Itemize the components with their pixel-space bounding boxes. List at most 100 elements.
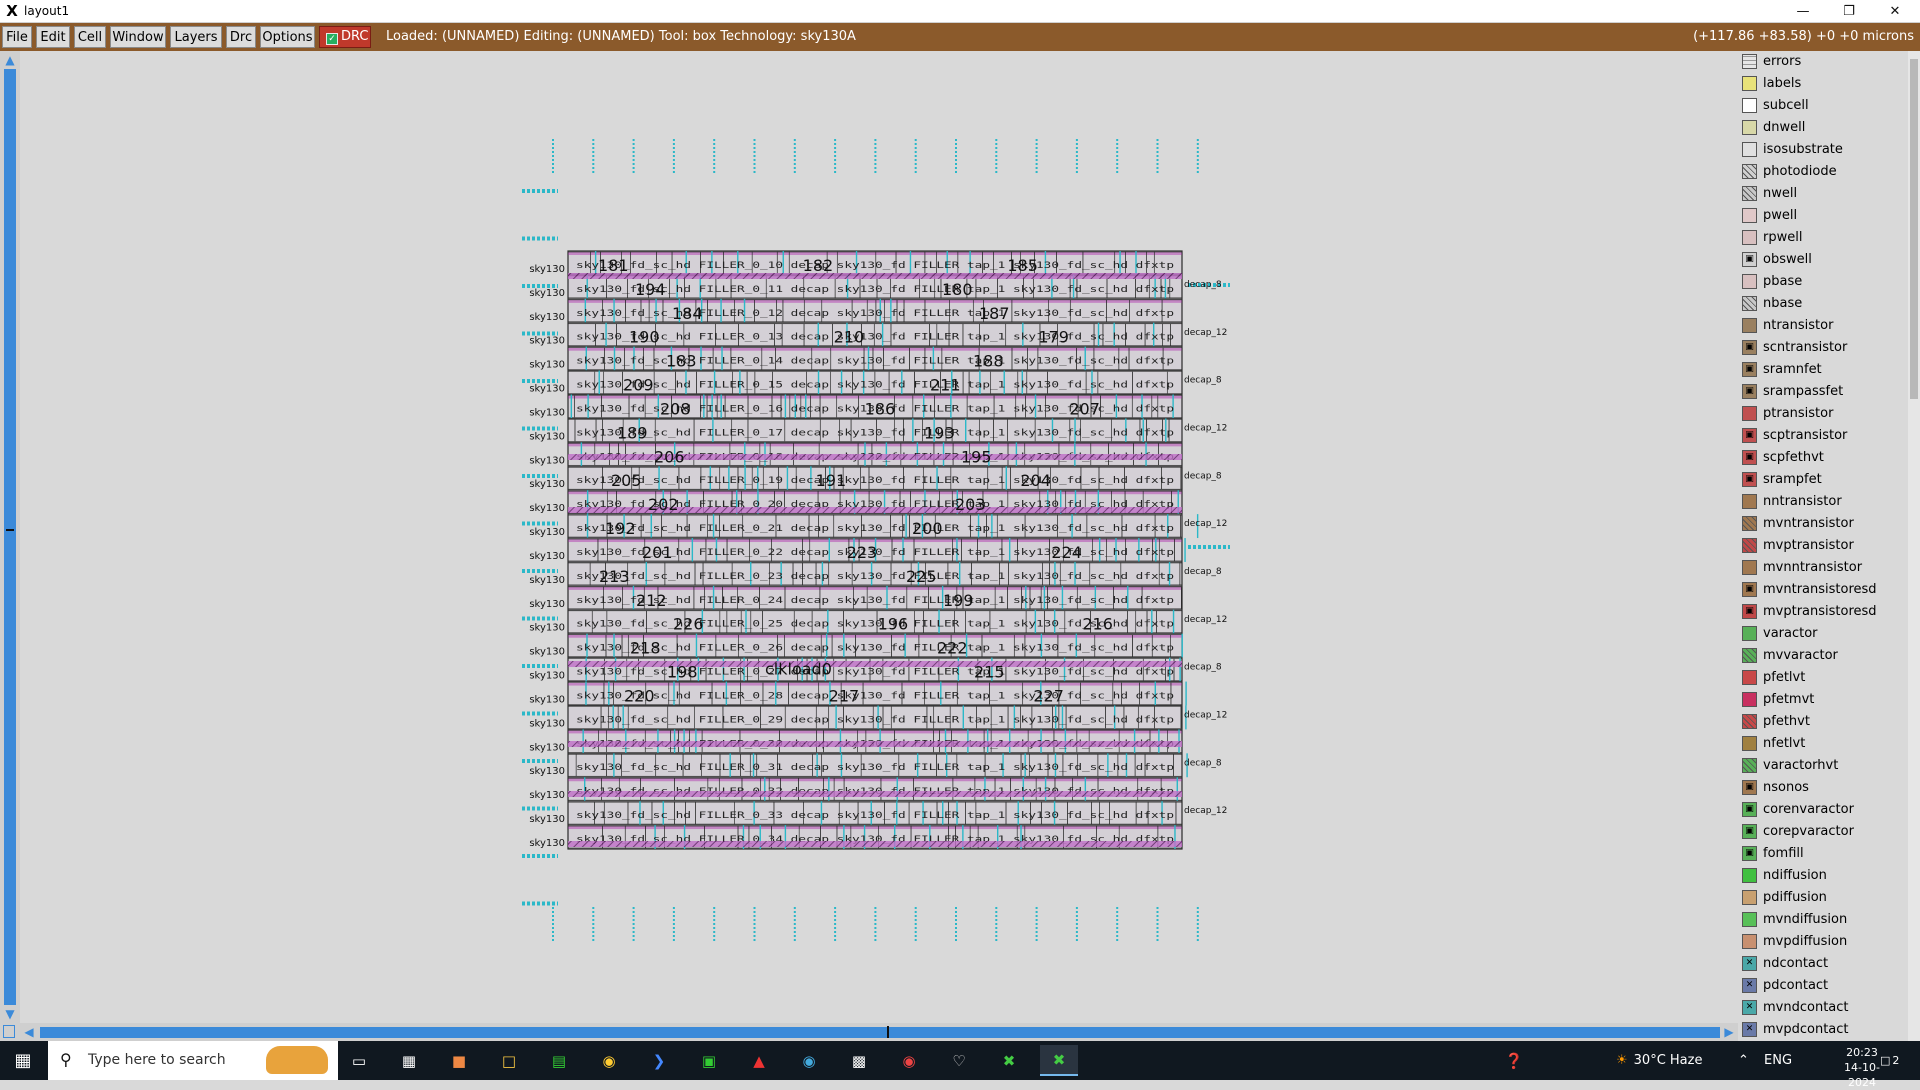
layer-row-pdcontact[interactable]: ✕ pdcontact — [1742, 975, 1906, 995]
layer-swatch-icon[interactable] — [1742, 625, 1757, 641]
layer-swatch-icon[interactable]: ▣ — [1742, 339, 1757, 355]
layer-swatch-icon[interactable] — [1742, 493, 1757, 509]
layer-row-mvptransistor[interactable]: mvptransistor — [1742, 535, 1906, 555]
layer-row-varactorhvt[interactable]: varactorhvt — [1742, 755, 1906, 775]
layer-swatch-icon[interactable]: ▣ — [1742, 383, 1757, 399]
pdf-reader-icon[interactable]: ▲ — [740, 1045, 778, 1076]
language-indicator[interactable]: ENG — [1764, 1041, 1792, 1080]
layer-swatch-icon[interactable] — [1742, 691, 1757, 707]
task-view-icon[interactable]: ▭ — [340, 1045, 378, 1076]
layer-swatch-icon[interactable] — [1742, 141, 1757, 157]
layer-row-corenvaractor[interactable]: ▣ corenvaractor — [1742, 799, 1906, 819]
layer-swatch-icon[interactable] — [1742, 75, 1757, 91]
layer-row-mvndcontact[interactable]: ✕ mvndcontact — [1742, 997, 1906, 1017]
layer-swatch-icon[interactable] — [1742, 647, 1757, 663]
layer-swatch-icon[interactable] — [1742, 933, 1757, 949]
layer-swatch-icon[interactable] — [1742, 207, 1757, 223]
vertical-scroll-track[interactable] — [4, 69, 16, 1005]
horizontal-scrollbar[interactable]: ◀ ▶ — [0, 1023, 1738, 1041]
layer-swatch-icon[interactable] — [1742, 757, 1757, 773]
close-button[interactable]: ✕ — [1872, 0, 1918, 22]
notepad-icon[interactable]: ▣ — [690, 1045, 728, 1076]
layer-swatch-icon[interactable]: ▣ — [1742, 823, 1757, 839]
layer-row-nwell[interactable]: nwell — [1742, 183, 1906, 203]
scroll-up-arrow-icon[interactable]: ▲ — [3, 53, 17, 67]
layer-swatch-icon[interactable]: ▣ — [1742, 603, 1757, 619]
layer-row-pbase[interactable]: pbase — [1742, 271, 1906, 291]
layer-row-corepvaractor[interactable]: ▣ corepvaractor — [1742, 821, 1906, 841]
weather-widget[interactable]: ☀ 30°C Haze — [1616, 1041, 1702, 1080]
layer-swatch-icon[interactable]: ▣ — [1742, 361, 1757, 377]
layer-swatch-icon[interactable] — [1742, 405, 1757, 421]
powershell-icon[interactable]: ❯ — [640, 1045, 678, 1076]
menu-window[interactable]: Window — [110, 26, 166, 48]
layer-row-pfetmvt[interactable]: pfetmvt — [1742, 689, 1906, 709]
layer-row-dnwell[interactable]: dnwell — [1742, 117, 1906, 137]
layer-row-mvvaractor[interactable]: mvvaractor — [1742, 645, 1906, 665]
layer-row-srampfet[interactable]: ▣ srampfet — [1742, 469, 1906, 489]
layer-row-errors[interactable]: errors — [1742, 51, 1906, 71]
layer-swatch-icon[interactable] — [1742, 515, 1757, 531]
layer-swatch-icon[interactable] — [1742, 537, 1757, 553]
menu-drc[interactable]: Drc — [226, 26, 256, 48]
notification-center-icon[interactable]: □ 2 — [1880, 1041, 1899, 1080]
layer-row-obswell[interactable]: ▣ obswell — [1742, 249, 1906, 269]
file-explorer-icon[interactable]: □ — [490, 1045, 528, 1076]
gimp-icon[interactable]: ♡ — [940, 1045, 978, 1076]
layer-row-nbase[interactable]: nbase — [1742, 293, 1906, 313]
layer-swatch-icon[interactable] — [1742, 735, 1757, 751]
chrome-alt-icon[interactable]: ◉ — [890, 1045, 928, 1076]
layer-swatch-icon[interactable]: ✕ — [1742, 1021, 1757, 1037]
scroll-left-arrow-icon[interactable]: ◀ — [22, 1024, 36, 1040]
layer-swatch-icon[interactable]: ▣ — [1742, 779, 1757, 795]
photos-app-icon[interactable]: ▩ — [840, 1045, 878, 1076]
layer-swatch-icon[interactable] — [1742, 229, 1757, 245]
help-icon[interactable]: ❓ — [1495, 1045, 1533, 1076]
office-app-icon[interactable]: ■ — [440, 1045, 478, 1076]
terminal-app-icon[interactable]: ▤ — [540, 1045, 578, 1076]
chrome-icon[interactable]: ◉ — [590, 1045, 628, 1076]
layer-swatch-icon[interactable]: ✕ — [1742, 977, 1757, 993]
vertical-scrollbar[interactable]: ▲ ▼ — [0, 51, 20, 1023]
layer-row-photodiode[interactable]: photodiode — [1742, 161, 1906, 181]
menu-cell[interactable]: Cell — [74, 26, 106, 48]
layer-row-ndiffusion[interactable]: ndiffusion — [1742, 865, 1906, 885]
layer-row-ndcontact[interactable]: ✕ ndcontact — [1742, 953, 1906, 973]
xlaunch-icon[interactable]: ✖ — [990, 1045, 1028, 1076]
layer-row-isosubstrate[interactable]: isosubstrate — [1742, 139, 1906, 159]
layer-swatch-icon[interactable] — [1742, 669, 1757, 685]
layer-row-mvpdiffusion[interactable]: mvpdiffusion — [1742, 931, 1906, 951]
layer-row-pfetlvt[interactable]: pfetlvt — [1742, 667, 1906, 687]
layer-row-pdiffusion[interactable]: pdiffusion — [1742, 887, 1906, 907]
layer-row-nfetlvt[interactable]: nfetlvt — [1742, 733, 1906, 753]
layer-row-mvnntransistor[interactable]: mvnntransistor — [1742, 557, 1906, 577]
layer-row-rpwell[interactable]: rpwell — [1742, 227, 1906, 247]
layer-row-pwell[interactable]: pwell — [1742, 205, 1906, 225]
layer-row-mvndiffusion[interactable]: mvndiffusion — [1742, 909, 1906, 929]
layer-swatch-icon[interactable]: ✕ — [1742, 955, 1757, 971]
layer-row-varactor[interactable]: varactor — [1742, 623, 1906, 643]
layer-swatch-icon[interactable] — [1742, 185, 1757, 201]
layer-row-mvpdcontact[interactable]: ✕ mvpdcontact — [1742, 1019, 1906, 1039]
layer-row-nsonos[interactable]: ▣ nsonos — [1742, 777, 1906, 797]
scroll-right-arrow-icon[interactable]: ▶ — [1722, 1024, 1736, 1040]
zoom-box-icon[interactable] — [3, 1025, 15, 1038]
tray-expand-icon[interactable]: ⌃ — [1738, 1041, 1749, 1080]
menu-file[interactable]: File — [2, 26, 32, 48]
layer-swatch-icon[interactable]: ▣ — [1742, 471, 1757, 487]
chrome-profile-icon[interactable]: ◉ — [790, 1045, 828, 1076]
layer-swatch-icon[interactable] — [1742, 295, 1757, 311]
taskbar-search[interactable]: ⚲ Type here to search — [48, 1041, 338, 1080]
layer-swatch-icon[interactable] — [1742, 53, 1757, 69]
horizontal-scroll-track[interactable] — [40, 1027, 1720, 1038]
layer-swatch-icon[interactable]: ▣ — [1742, 449, 1757, 465]
drc-toggle[interactable]: ✓ DRC — [319, 26, 371, 48]
layer-row-scntransistor[interactable]: ▣ scntransistor — [1742, 337, 1906, 357]
layer-row-ptransistor[interactable]: ptransistor — [1742, 403, 1906, 423]
layout-canvas[interactable]: sky130_fd_sc_hd FILLER_0_10 decap sky130… — [20, 51, 1738, 1023]
layer-row-ntransistor[interactable]: ntransistor — [1742, 315, 1906, 335]
menu-layers[interactable]: Layers — [170, 26, 222, 48]
layers-scroll-thumb[interactable] — [1910, 59, 1918, 399]
layer-swatch-icon[interactable] — [1742, 889, 1757, 905]
layer-swatch-icon[interactable]: ▣ — [1742, 801, 1757, 817]
